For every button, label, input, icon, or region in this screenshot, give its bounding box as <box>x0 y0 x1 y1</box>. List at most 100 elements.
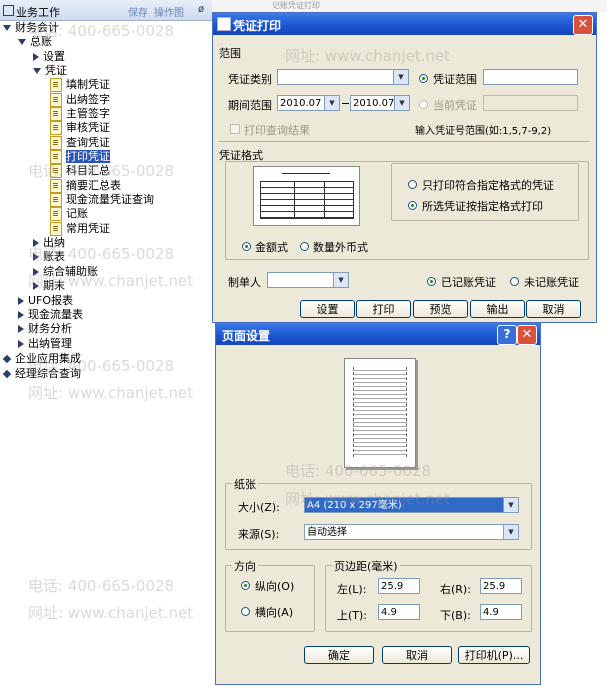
orientation-group-label: 方向 <box>232 558 258 574</box>
tree-item-summary-table[interactable]: 摘要汇总表 <box>50 179 121 193</box>
tree-header-title: 业务工作 <box>16 6 60 19</box>
tree-item-supervisor-sign[interactable]: 主管签字 <box>50 107 110 121</box>
ok-button[interactable]: 确定 <box>304 646 374 664</box>
setup-button[interactable]: 设置 <box>300 300 355 318</box>
period-from-select[interactable]: 2010.07 ▼ <box>277 95 340 111</box>
tree-node-financial-analysis[interactable]: 财务分析 <box>18 322 72 336</box>
foreign-currency-format-label: 数量外币式 <box>313 241 368 254</box>
cancel-button[interactable]: 取消 <box>526 300 581 318</box>
chevron-down-icon: ▼ <box>394 96 409 110</box>
tree-header: 业务工作 保存 操作图 ø <box>0 0 212 21</box>
voucher-format-preview <box>253 166 360 226</box>
bottom-margin-input[interactable]: 4.9 <box>480 604 522 620</box>
range-group-label: 范围 <box>219 47 241 60</box>
period-to-select[interactable]: 2010.07 ▼ <box>350 95 410 111</box>
document-icon <box>50 121 62 135</box>
range-hint: 输入凭证号范围(如:1,5,7-9,2) <box>415 126 552 137</box>
tree-node-ledgers[interactable]: 账表 <box>33 250 65 264</box>
collapse-icon <box>33 253 39 261</box>
tree-node-voucher[interactable]: 凭证 <box>33 64 67 78</box>
background-window-strip: 记账凭证打印 <box>212 0 607 12</box>
document-icon <box>50 150 62 164</box>
tree-node-period-end[interactable]: 期末 <box>33 279 65 293</box>
tree-item-query-voucher[interactable]: 查询凭证 <box>50 136 110 150</box>
current-voucher-radio[interactable] <box>419 100 428 109</box>
layout-button[interactable]: 操作图 <box>154 4 184 19</box>
current-voucher-input <box>483 95 578 111</box>
right-margin-label: 右(R): <box>440 583 471 596</box>
posted-voucher-label: 已记账凭证 <box>441 276 496 289</box>
tree-item-common-voucher[interactable]: 常用凭证 <box>50 222 110 236</box>
unposted-voucher-label: 未记账凭证 <box>524 276 579 289</box>
help-icon[interactable]: ? <box>497 325 517 345</box>
right-margin-input[interactable]: 25.9 <box>480 578 522 594</box>
background-window-title: 记账凭证打印 <box>272 1 320 10</box>
period-range-label: 期间范围 <box>228 99 272 112</box>
export-button[interactable]: 输出 <box>470 300 525 318</box>
range-dash <box>342 103 349 104</box>
tree-node-gl[interactable]: 总账 <box>18 35 52 49</box>
document-icon <box>50 164 62 178</box>
cancel-button[interactable]: 取消 <box>382 646 452 664</box>
only-matching-format-radio[interactable] <box>408 180 417 189</box>
document-icon <box>50 222 62 236</box>
voucher-type-select[interactable]: ▼ <box>277 69 409 85</box>
close-icon[interactable]: ✕ <box>573 15 593 35</box>
foreign-currency-format-radio[interactable] <box>300 242 309 251</box>
maker-select[interactable]: ▼ <box>267 272 349 288</box>
print-query-result-checkbox[interactable] <box>230 124 240 134</box>
top-margin-input[interactable]: 4.9 <box>378 604 420 620</box>
voucher-range-radio[interactable] <box>419 74 428 83</box>
save-layout-button[interactable]: 保存 <box>128 4 148 19</box>
all-specified-format-radio[interactable] <box>408 201 417 210</box>
tree-node-cashflow-table[interactable]: 现金流量表 <box>18 308 83 322</box>
tree-node-settings[interactable]: 设置 <box>33 50 65 64</box>
voucher-range-input[interactable] <box>483 69 578 85</box>
paper-size-select[interactable]: A4 (210 x 297毫米) ▼ <box>304 497 519 513</box>
page-setup-title: 页面设置 <box>222 329 271 343</box>
collapse-icon <box>18 340 24 348</box>
chevron-down-icon: ▼ <box>503 498 518 512</box>
all-specified-format-label: 所选凭证按指定格式打印 <box>422 200 543 213</box>
document-icon <box>50 179 62 193</box>
amount-format-label: 金额式 <box>255 241 288 254</box>
print-button[interactable]: 打印 <box>356 300 411 318</box>
document-icon <box>50 193 62 207</box>
tree-node-ufo-report[interactable]: UFO报表 <box>18 294 73 308</box>
tree-node-cash-management[interactable]: 出纳管理 <box>18 337 72 351</box>
paper-preview <box>344 358 416 468</box>
tree-node-manager-query[interactable]: 经理综合查询 <box>2 367 81 381</box>
tree-node-aux-ledger[interactable]: 综合辅助账 <box>33 265 98 279</box>
tree-node-finance[interactable]: 财务会计 <box>3 21 59 35</box>
paper-source-select[interactable]: 自动选择 ▼ <box>304 524 519 540</box>
pin-icon[interactable]: ø <box>198 4 204 15</box>
posted-voucher-radio[interactable] <box>427 277 436 286</box>
tree-item-fill-voucher[interactable]: 填制凭证 <box>50 78 110 92</box>
voucher-print-titlebar: 凭证打印 ✕ <box>213 13 596 35</box>
close-icon[interactable]: ✕ <box>517 325 537 345</box>
portrait-radio[interactable] <box>241 581 250 590</box>
navigation-tree: 业务工作 保存 操作图 ø 财务会计 总账 设置 凭证 填制凭证 出纳签字 主管… <box>0 0 212 687</box>
tree-node-cashier[interactable]: 出纳 <box>33 236 65 250</box>
collapse-icon <box>33 282 39 290</box>
tree-node-enterprise-integration[interactable]: 企业应用集成 <box>2 352 81 366</box>
category-icon <box>2 369 12 379</box>
left-margin-input[interactable]: 25.9 <box>378 578 420 594</box>
unposted-voucher-radio[interactable] <box>510 277 519 286</box>
document-icon <box>50 107 62 121</box>
amount-format-radio[interactable] <box>242 242 251 251</box>
tree-item-cashflow-query[interactable]: 现金流量凭证查询 <box>50 193 154 207</box>
landscape-radio[interactable] <box>241 607 250 616</box>
paper-source-label: 来源(S): <box>238 528 280 541</box>
category-icon <box>2 354 12 364</box>
printer-button[interactable]: 打印机(P)... <box>458 646 530 664</box>
expand-icon <box>3 25 11 31</box>
tree-item-account-summary[interactable]: 科目汇总 <box>50 164 110 178</box>
margins-group-label: 页边距(毫米) <box>332 558 400 574</box>
tree-item-posting[interactable]: 记账 <box>50 207 88 221</box>
preview-button[interactable]: 预览 <box>413 300 468 318</box>
tree-item-cashier-sign[interactable]: 出纳签字 <box>50 93 110 107</box>
tree-item-audit-voucher[interactable]: 审核凭证 <box>50 121 110 135</box>
paper-group-label: 纸张 <box>232 476 258 492</box>
tree-item-print-voucher[interactable]: 打印凭证 <box>50 150 110 164</box>
